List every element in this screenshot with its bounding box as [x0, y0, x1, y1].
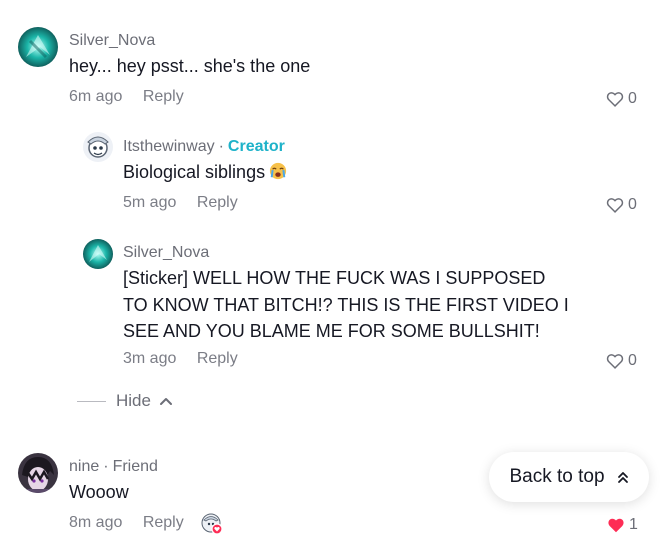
like-count: 0 — [628, 352, 637, 369]
avatar[interactable] — [18, 27, 58, 67]
username-line: nine · Friend — [69, 458, 158, 476]
avatar[interactable] — [83, 132, 113, 162]
back-to-top-button[interactable]: Back to top — [489, 452, 649, 502]
comment-text-content: Wooow — [69, 482, 129, 502]
like-count: 1 — [629, 516, 638, 533]
comment-text-line: [Sticker] WELL HOW THE FUCK WAS I SUPPOS… — [123, 268, 546, 288]
reply-button[interactable]: Reply — [143, 514, 184, 531]
avatar[interactable] — [83, 239, 113, 269]
reply-button[interactable]: Reply — [143, 88, 184, 105]
hide-label: Hide — [116, 391, 151, 410]
double-chevron-up-icon — [617, 472, 628, 483]
comment-meta: 5m ago Reply — [123, 194, 238, 212]
comment-text-content: Biological siblings — [123, 162, 266, 182]
comment-text: [Sticker] WELL HOW THE FUCK WAS I SUPPOS… — [123, 265, 593, 345]
heart-filled-icon — [608, 518, 624, 533]
heart-outline-icon — [606, 354, 624, 369]
reply-button[interactable]: Reply — [197, 350, 238, 367]
like-button[interactable]: 0 — [606, 90, 637, 108]
hide-replies-button[interactable]: Hide — [77, 391, 173, 411]
separator: · — [103, 458, 109, 475]
avatar[interactable] — [18, 453, 58, 493]
chevron-up-icon — [159, 398, 172, 405]
comment-text: Biological siblings — [123, 159, 287, 186]
username-text[interactable]: Silver_Nova — [123, 244, 209, 261]
creator-liked-avatar — [201, 513, 223, 535]
friend-badge: Friend — [112, 458, 158, 475]
timestamp: 8m ago — [69, 514, 123, 531]
like-button[interactable]: 0 — [606, 196, 637, 214]
timestamp: 3m ago — [123, 350, 177, 367]
timestamp: 5m ago — [123, 194, 177, 211]
username[interactable]: Silver_Nova — [69, 32, 155, 50]
separator: · — [218, 138, 224, 155]
heart-outline-icon — [606, 92, 624, 107]
back-to-top-label: Back to top — [509, 466, 605, 487]
username-line: Itsthewinway · Creator — [123, 138, 285, 156]
comment-text-content: hey... hey psst... she's the one — [69, 56, 311, 76]
comment-meta: 3m ago Reply — [123, 350, 238, 368]
heart-outline-icon — [606, 198, 624, 213]
comment-meta: 6m ago Reply — [69, 88, 184, 106]
comment-text-line: TO KNOW THAT BITCH!? THIS IS THE FIRST V… — [123, 294, 569, 315]
like-button[interactable]: 0 — [606, 352, 637, 370]
comment-text-line: SEE AND YOU BLAME ME FOR SOME BULLSHIT! — [123, 321, 540, 341]
like-count: 0 — [628, 90, 637, 107]
comment-text: Wooow — [69, 479, 129, 506]
creator-badge: Creator — [227, 138, 285, 155]
username-text[interactable]: Silver_Nova — [69, 32, 155, 49]
crying-face-emoji-icon — [269, 161, 287, 180]
comment-text: hey... hey psst... she's the one — [69, 53, 310, 80]
username[interactable]: Silver_Nova — [123, 244, 209, 262]
timestamp: 6m ago — [69, 88, 123, 105]
reply-button[interactable]: Reply — [197, 194, 238, 211]
username-text[interactable]: Itsthewinway — [123, 138, 215, 155]
divider — [77, 400, 106, 402]
username-text[interactable]: nine — [69, 458, 99, 475]
like-count: 0 — [628, 196, 637, 213]
comment-meta: 8m ago Reply — [69, 514, 184, 532]
like-button[interactable]: 1 — [607, 516, 638, 534]
